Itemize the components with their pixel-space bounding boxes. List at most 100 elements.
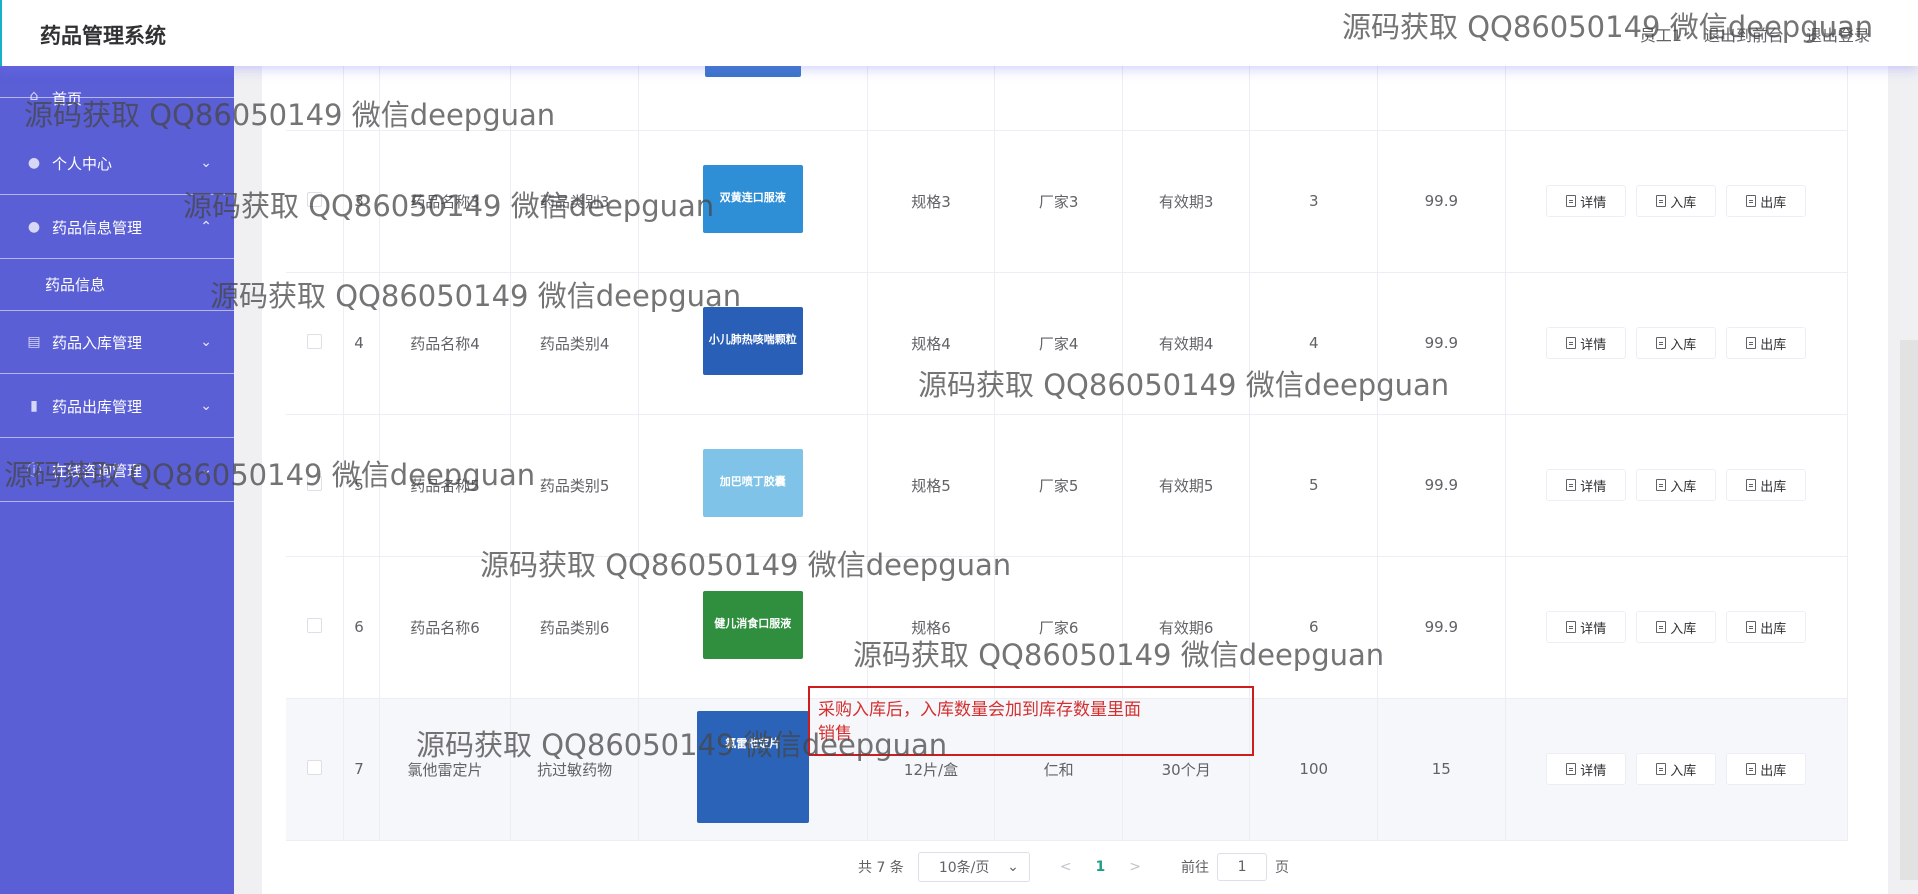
annotation-note[interactable]: 采购入库后，入库数量会加到库存数量里面 销售 [808, 686, 1254, 756]
stock-out-button[interactable]: 出库 [1726, 753, 1807, 785]
document-icon [1656, 337, 1667, 349]
detail-button[interactable]: 详情 [1546, 469, 1627, 501]
medicine-stock: 5 [1249, 414, 1379, 557]
stock-in-button[interactable]: 入库 [1636, 611, 1717, 643]
row-index: 5 [343, 414, 380, 557]
medicine-price: 99.9 [1377, 130, 1506, 273]
document-icon [1656, 763, 1667, 775]
document-icon [1746, 195, 1757, 207]
medicine-price: 99.9 [1377, 414, 1506, 557]
document-icon [1566, 763, 1577, 775]
medicine-factory: 厂家6 [994, 556, 1123, 699]
stock-in-button[interactable]: 入库 [1636, 469, 1717, 501]
medicine-name: 药品名称6 [379, 556, 512, 699]
vertical-scrollbar[interactable] [1900, 340, 1918, 880]
medicine-spec: 规格5 [867, 414, 996, 557]
row-checkbox[interactable] [307, 475, 323, 491]
document-icon [1746, 621, 1757, 633]
row-checkbox[interactable] [307, 333, 323, 349]
medicine-category: 药品类别5 [510, 414, 639, 557]
stock-in-button[interactable]: 入库 [1636, 327, 1717, 359]
sidebar-item-label: 药品入库管理 [52, 333, 143, 352]
document-icon [1566, 195, 1577, 207]
sidebar: ⌂ 首页 ● 个人中心 ⌄ ● 药品信息管理 ⌃ 药品信息 ▤ 药品入库管理 ⌄… [0, 0, 234, 894]
medicine-category: 药品类别4 [510, 272, 639, 415]
chevron-down-icon: ⌄ [1007, 859, 1019, 875]
row-checkbox[interactable] [307, 191, 323, 207]
table-row: 3 药品名称3 药品类别3 双黄连口服液 规格3 厂家3 有效期3 3 99.9… [286, 130, 1849, 273]
document-icon [1746, 763, 1757, 775]
sidebar-item-personal-center[interactable]: ● 个人中心 ⌄ [0, 132, 234, 195]
chevron-down-icon: ⌄ [200, 334, 212, 350]
sidebar-item-label: 药品出库管理 [52, 397, 143, 416]
medicine-image: 健儿消食口服液 [702, 591, 803, 659]
stock-out-button[interactable]: 出库 [1726, 469, 1807, 501]
stock-out-button[interactable]: 出库 [1726, 185, 1807, 217]
next-page-button[interactable]: > [1129, 859, 1141, 875]
stock-out-button[interactable]: 出库 [1726, 327, 1807, 359]
top-header: 药品管理系统 员工1 退出到前台 退出登录 [0, 0, 1918, 66]
document-icon [1656, 621, 1667, 633]
row-checkbox[interactable] [307, 617, 323, 633]
medicine-image: 氯雷他定片 [696, 711, 809, 823]
medicine-expiry: 有效期6 [1122, 556, 1251, 699]
detail-button[interactable]: 详情 [1546, 753, 1627, 785]
table-row: 6 药品名称6 药品类别6 健儿消食口服液 规格6 厂家6 有效期6 6 99.… [286, 556, 1849, 699]
stock-in-button[interactable]: 入库 [1636, 753, 1717, 785]
medicine-spec: 规格3 [867, 130, 996, 273]
bar-chart-icon: ▮ [30, 398, 38, 414]
row-index: 7 [343, 698, 380, 841]
annotation-line-1: 采购入库后，入库数量会加到库存数量里面 [818, 700, 1141, 720]
medicine-spec: 规格4 [867, 272, 996, 415]
user-role: 员工1 [1639, 26, 1682, 45]
sidebar-item-label: 药品信息 [45, 276, 106, 294]
pagination: 共 7 条 10条/页 ⌄ < 1 > 前往 1 页 [858, 852, 1289, 882]
medicine-expiry: 有效期5 [1122, 414, 1251, 557]
medicine-name: 药品名称4 [379, 272, 512, 415]
prev-page-button[interactable]: < [1060, 859, 1072, 875]
chevron-down-icon: ⌄ [200, 398, 212, 414]
detail-button[interactable]: 详情 [1546, 327, 1627, 359]
stock-out-button[interactable]: 出库 [1726, 611, 1807, 643]
row-checkbox[interactable] [307, 759, 323, 775]
sidebar-item-label: 个人中心 [52, 154, 113, 173]
page-size-value: 10条/页 [938, 860, 990, 876]
document-icon [1746, 337, 1757, 349]
user-icon: ● [27, 155, 41, 171]
medicine-category: 药品类别6 [510, 556, 639, 699]
goto-suffix: 页 [1275, 860, 1290, 876]
document-icon [1656, 479, 1667, 491]
header-user-links: 员工1 退出到前台 退出登录 [1640, 22, 1870, 46]
detail-button[interactable]: 详情 [1546, 611, 1627, 643]
medicine-image: 小儿肺热咳喘颗粒 [702, 307, 803, 375]
user-icon: ● [27, 219, 41, 235]
sidebar-item-label: 在线咨询管理 [52, 461, 143, 480]
page-size-select[interactable]: 10条/页 ⌄ [917, 852, 1030, 882]
back-to-front-link[interactable]: 退出到前台 [1704, 22, 1784, 46]
sidebar-item-stock-out-management[interactable]: ▮ 药品出库管理 ⌄ [0, 375, 234, 438]
medicine-expiry: 有效期4 [1122, 272, 1251, 415]
sidebar-item-medicine-info-management[interactable]: ● 药品信息管理 ⌃ [0, 196, 234, 259]
sidebar-item-home[interactable]: ⌂ 首页 [0, 66, 234, 108]
row-index: 3 [343, 130, 380, 273]
sidebar-item-medicine-info[interactable]: 药品信息 [0, 259, 234, 311]
chevron-up-icon: ⌃ [200, 219, 212, 235]
medicine-image-label: 加巴喷丁胶囊 [719, 475, 786, 488]
sidebar-item-online-consult-management[interactable]: ⓘ 在线咨询管理 ⌄ [0, 439, 234, 502]
sidebar-item-stock-in-management[interactable]: ▤ 药品入库管理 ⌄ [0, 311, 234, 374]
medicine-stock: 3 [1249, 130, 1379, 273]
medicine-image: 双黄连口服液 [702, 165, 803, 233]
detail-button[interactable]: 详情 [1546, 185, 1627, 217]
medicine-factory: 厂家5 [994, 414, 1123, 557]
logout-link[interactable]: 退出登录 [1806, 22, 1870, 46]
stock-in-button[interactable]: 入库 [1636, 185, 1717, 217]
annotation-line-2: 销售 [818, 724, 852, 744]
medicine-name: 药品名称3 [379, 130, 512, 273]
medicine-factory: 厂家3 [994, 130, 1123, 273]
goto-page-input[interactable]: 1 [1217, 853, 1268, 881]
page-number-current[interactable]: 1 [1096, 859, 1106, 875]
goto-label: 前往 [1181, 860, 1210, 876]
medicine-price: 15 [1377, 698, 1506, 841]
medicine-name: 氯他雷定片 [379, 698, 512, 841]
chevron-down-icon: ⌄ [200, 155, 212, 171]
